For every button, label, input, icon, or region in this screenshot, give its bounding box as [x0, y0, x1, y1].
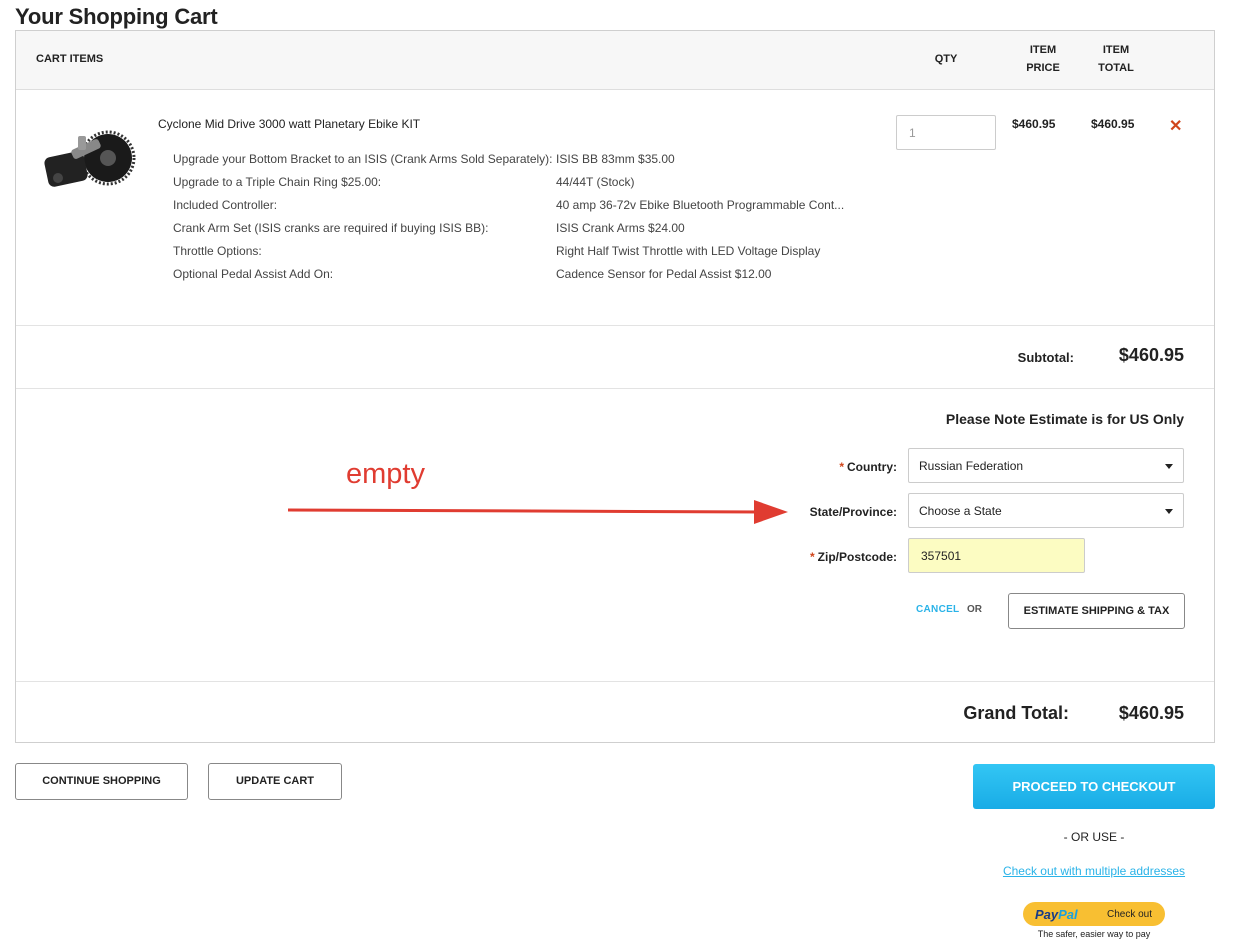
subtotal-row: Subtotal: $460.95 [16, 326, 1214, 389]
chevron-down-icon [1165, 464, 1173, 469]
country-select[interactable]: Russian Federation [908, 448, 1184, 483]
grand-total-row: Grand Total: $460.95 [16, 682, 1214, 742]
option-label: Crank Arm Set (ISIS cranks are required … [173, 221, 489, 235]
chevron-down-icon [1165, 509, 1173, 514]
cart-item-row: Cyclone Mid Drive 3000 watt Planetary Eb… [16, 90, 1214, 326]
paypal-checkout-button[interactable]: PayPal Check out [1023, 902, 1165, 926]
subtotal-label: Subtotal: [1017, 350, 1074, 365]
annotation-arrow-icon [287, 500, 788, 524]
zip-input[interactable]: 357501 [908, 538, 1085, 573]
close-icon[interactable]: ✕ [1169, 116, 1182, 136]
paypal-logo-pal: Pal [1058, 907, 1078, 922]
paypal-logo: PayPal [1035, 907, 1078, 922]
page-title: Your Shopping Cart [15, 4, 218, 29]
option-value: 44/44T (Stock) [556, 175, 635, 189]
update-cart-button[interactable]: UPDATE CART [208, 763, 342, 800]
country-select-value: Russian Federation [919, 459, 1024, 473]
state-label: State/Province: [809, 505, 897, 519]
header-qty: QTY [934, 53, 958, 65]
paypal-tagline: The safer, easier way to pay [1037, 929, 1151, 939]
paypal-check-out-label: Check out [1107, 909, 1153, 920]
option-value: Right Half Twist Throttle with LED Volta… [556, 244, 821, 258]
zip-label-text: Zip/Postcode: [817, 550, 897, 564]
or-text: OR [967, 604, 982, 615]
header-item-price: ITEM PRICE [1017, 41, 1069, 77]
option-value: Cadence Sensor for Pedal Assist $12.00 [556, 267, 772, 281]
zip-label: * Zip/Postcode: [810, 550, 897, 564]
estimate-shipping-button[interactable]: ESTIMATE SHIPPING & TAX [1008, 593, 1185, 629]
state-select-value: Choose a State [919, 504, 1002, 518]
option-value: ISIS BB 83mm $35.00 [556, 152, 675, 166]
header-cart-items: CART ITEMS [36, 53, 104, 65]
item-total: $460.95 [1091, 117, 1135, 131]
header-item-total-line1: ITEM [1102, 44, 1130, 56]
required-mark: * [809, 550, 815, 564]
grand-total-value: $460.95 [1118, 703, 1184, 723]
option-label: Upgrade to a Triple Chain Ring $25.00: [173, 175, 382, 189]
shipping-estimate-section: Please Note Estimate is for US Only empt… [16, 389, 1214, 682]
subtotal-value: $460.95 [1118, 345, 1184, 365]
continue-shopping-button[interactable]: CONTINUE SHOPPING [15, 763, 188, 800]
header-item-price-line2: PRICE [1026, 62, 1060, 74]
option-value: ISIS Crank Arms $24.00 [556, 221, 685, 235]
multiple-addresses-link[interactable]: Check out with multiple addresses [973, 864, 1215, 878]
grand-total-label: Grand Total: [963, 703, 1069, 723]
state-select[interactable]: Choose a State [908, 493, 1184, 528]
header-item-price-line1: ITEM [1029, 44, 1057, 56]
item-price: $460.95 [1012, 117, 1056, 131]
header-item-total: ITEM TOTAL [1090, 41, 1142, 77]
option-label: Optional Pedal Assist Add On: [173, 267, 334, 281]
option-label: Upgrade your Bottom Bracket to an ISIS (… [173, 152, 553, 166]
or-use-text: - OR USE - [1063, 830, 1125, 844]
cart-header: CART ITEMS QTY ITEM PRICE ITEM TOTAL [16, 31, 1214, 90]
paypal-logo-pay: Pay [1035, 907, 1059, 922]
cart-table: CART ITEMS QTY ITEM PRICE ITEM TOTAL Cyc… [15, 30, 1215, 743]
option-label: Included Controller: [173, 198, 278, 212]
required-mark: * [839, 460, 844, 474]
cancel-link[interactable]: CANCEL [916, 604, 959, 615]
annotation-text: empty [346, 458, 425, 490]
proceed-to-checkout-button[interactable]: PROCEED TO CHECKOUT [973, 764, 1215, 809]
option-value: 40 amp 36-72v Ebike Bluetooth Programmab… [556, 198, 845, 212]
product-name[interactable]: Cyclone Mid Drive 3000 watt Planetary Eb… [158, 117, 420, 131]
quantity-input[interactable]: 1 [896, 115, 996, 150]
header-item-total-line2: TOTAL [1098, 62, 1134, 74]
country-label: * Country: [839, 460, 897, 474]
country-label-text: Country: [847, 460, 897, 474]
option-label: Throttle Options: [173, 244, 262, 258]
estimate-note: Please Note Estimate is for US Only [945, 411, 1184, 427]
product-image[interactable] [36, 126, 136, 196]
